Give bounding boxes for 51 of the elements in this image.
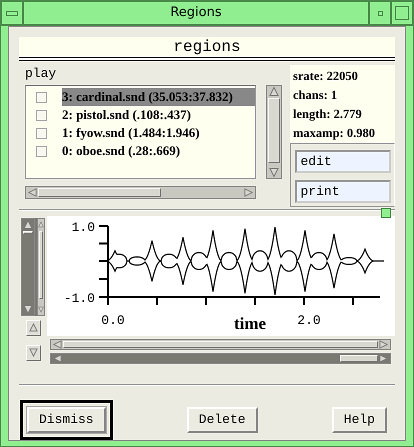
y-tick-label: 1.0 — [72, 220, 95, 235]
scroll-thumb[interactable] — [268, 98, 280, 163]
side-button[interactable]: edit — [294, 150, 390, 173]
left-arrow-icon[interactable] — [27, 188, 38, 197]
up-arrow-icon[interactable] — [28, 323, 38, 332]
info-text: length: 2.779 — [293, 106, 362, 123]
scrollbar[interactable] — [50, 352, 391, 364]
up-arrow-icon[interactable] — [269, 86, 279, 97]
region-label[interactable]: 1: fyow.snd (1.484:1.946) — [62, 124, 203, 142]
down-arrow-icon[interactable] — [28, 348, 38, 358]
scrollbar[interactable] — [25, 186, 256, 199]
right-arrow-icon[interactable] — [378, 340, 389, 349]
checkbox[interactable] — [36, 92, 47, 102]
scrollbar[interactable] — [21, 218, 35, 316]
resize-handle[interactable] — [381, 208, 391, 218]
play-label: play — [25, 65, 56, 83]
maximize-icon[interactable] — [395, 6, 409, 20]
header-title: regions — [19, 37, 395, 61]
x-tick-label: 2.0 — [297, 312, 321, 328]
down-arrow-icon[interactable] — [269, 167, 279, 178]
left-arrow-icon[interactable] — [52, 340, 63, 349]
left-arrow-icon[interactable] — [52, 354, 63, 363]
up-arrow-icon[interactable] — [23, 218, 33, 230]
right-arrow-icon[interactable] — [243, 188, 254, 197]
x-tick-label: 0.0 — [101, 312, 125, 328]
axis-title: time — [234, 314, 266, 333]
scrollbar[interactable] — [266, 85, 282, 179]
info-text: maxamp: 0.980 — [293, 125, 375, 142]
checkbox[interactable] — [36, 146, 47, 156]
dialog-button[interactable]: Delete — [186, 406, 258, 433]
down-arrow-icon[interactable] — [23, 304, 33, 315]
zoom-down-button[interactable] — [26, 344, 40, 361]
right-arrow-icon[interactable] — [378, 354, 389, 363]
scrollbar[interactable] — [50, 338, 391, 350]
region-label[interactable]: 2: pistol.snd (.108:.437) — [62, 106, 194, 124]
info-text: chans: 1 — [293, 87, 338, 104]
dialog-button[interactable]: Help — [332, 406, 387, 433]
dialog-button[interactable]: Dismiss — [27, 406, 106, 433]
window-title: Regions — [23, 1, 369, 25]
y-tick-label: -1.0 — [64, 290, 95, 306]
window-menu-icon[interactable] — [6, 10, 18, 16]
info-text: srate: 22050 — [293, 68, 358, 85]
scroll-thumb[interactable] — [23, 230, 33, 234]
zoom-up-button[interactable] — [26, 320, 40, 336]
checkbox[interactable] — [36, 128, 47, 138]
scroll-thumb[interactable] — [39, 230, 43, 299]
checkbox[interactable] — [36, 110, 47, 120]
region-label[interactable]: 0: oboe.snd (.28:.669) — [62, 142, 184, 160]
scrollbar[interactable] — [37, 218, 45, 316]
minimize-icon[interactable] — [378, 10, 382, 16]
side-button[interactable]: print — [294, 180, 390, 203]
